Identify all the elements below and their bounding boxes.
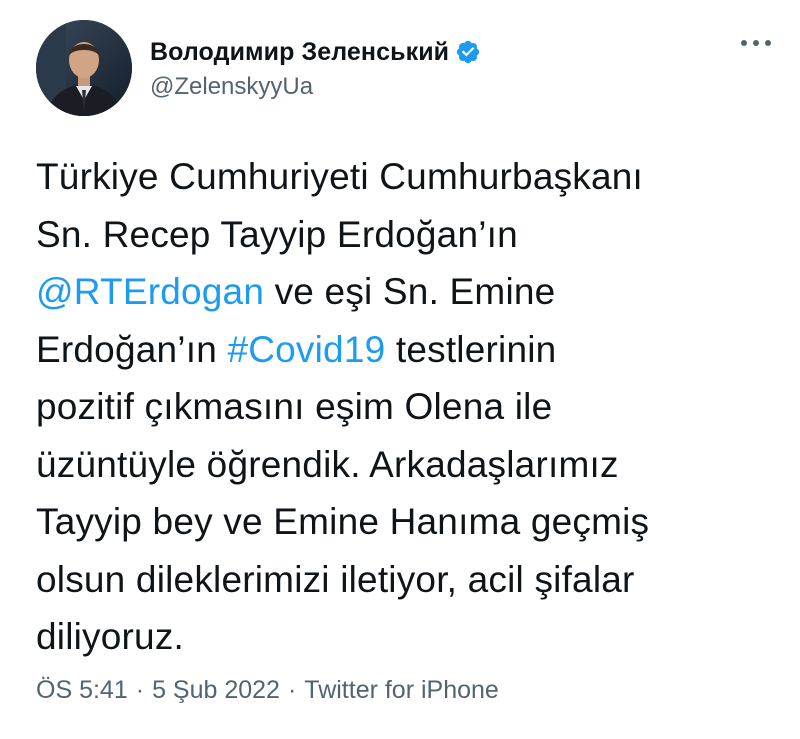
mention-link[interactable]: @RTErdogan [36, 271, 264, 312]
verified-badge-icon [455, 39, 481, 65]
tweet-text: Türkiye Cumhuriyeti Cumhurbaşkanı Sn. Rec… [36, 148, 776, 666]
tweet-text-segment: Erdoğan’ın [36, 328, 228, 370]
tweet-header: Володимир Зеленський @ZelenskyyUa [36, 20, 481, 116]
tweet-text-line: Erdoğan’ın #Covid19 testlerinin [36, 321, 776, 379]
tweet-source: Twitter for iPhone [304, 676, 499, 704]
tweet-text-line: olsun dileklerimizi iletiyor, acil şifal… [36, 551, 776, 609]
tweet-text-segment: testlerinin [385, 328, 557, 370]
tweet-meta: ÖS 5:41 · 5 Şub 2022 · Twitter for iPhon… [36, 676, 499, 705]
avatar[interactable] [36, 20, 132, 116]
tweet-card: Володимир Зеленський @ZelenskyyUa Türkiy… [0, 0, 800, 739]
tweet-text-segment: üzüntüyle öğrendik. Arkadaşlarımız [36, 443, 619, 485]
tweet-text-segment: Sn. Recep Tayyip Erdoğan’ın [36, 213, 518, 255]
tweet-text-line: pozitif çıkmasını eşim Olena ile [36, 378, 776, 436]
tweet-text-line: Türkiye Cumhuriyeti Cumhurbaşkanı [36, 148, 776, 206]
tweet-text-line: diliyoruz. [36, 608, 776, 666]
tweet-text-line: Sn. Recep Tayyip Erdoğan’ın [36, 206, 776, 264]
meta-separator: · [287, 676, 297, 704]
tweet-text-line: üzüntüyle öğrendik. Arkadaşlarımız [36, 436, 776, 494]
tweet-text-segment: Türkiye Cumhuriyeti Cumhurbaşkanı [36, 156, 644, 197]
tweet-text-line: @RTErdogan ve eşi Sn. Emine [36, 263, 776, 321]
tweet-time[interactable]: ÖS 5:41 [36, 676, 128, 705]
tweet-text-segment: pozitif çıkmasını eşim Olena ile [36, 386, 553, 427]
tweet-text-line: Tayyip bey ve Emine Hanıma geçmiş [36, 493, 776, 551]
tweet-text-segment: olsun dileklerimizi iletiyor, acil şifal… [36, 558, 635, 600]
tweet-text-segment: ve eşi Sn. Emine [264, 271, 556, 312]
author-names: Володимир Зеленський @ZelenskyyUa [150, 36, 481, 101]
tweet-text-segment: diliyoruz. [36, 616, 184, 657]
meta-separator: · [135, 676, 145, 704]
hashtag-link[interactable]: #Covid19 [227, 329, 385, 370]
display-name[interactable]: Володимир Зеленський [150, 38, 449, 67]
tweet-text-segment: Tayyip bey ve Emine Hanıma geçmiş [36, 501, 650, 542]
more-horizontal-icon[interactable] [736, 28, 776, 58]
profile-photo [36, 20, 132, 116]
user-handle[interactable]: @ZelenskyyUa [150, 73, 481, 101]
display-name-row: Володимир Зеленський [150, 38, 481, 67]
tweet-date[interactable]: 5 Şub 2022 [152, 676, 280, 705]
